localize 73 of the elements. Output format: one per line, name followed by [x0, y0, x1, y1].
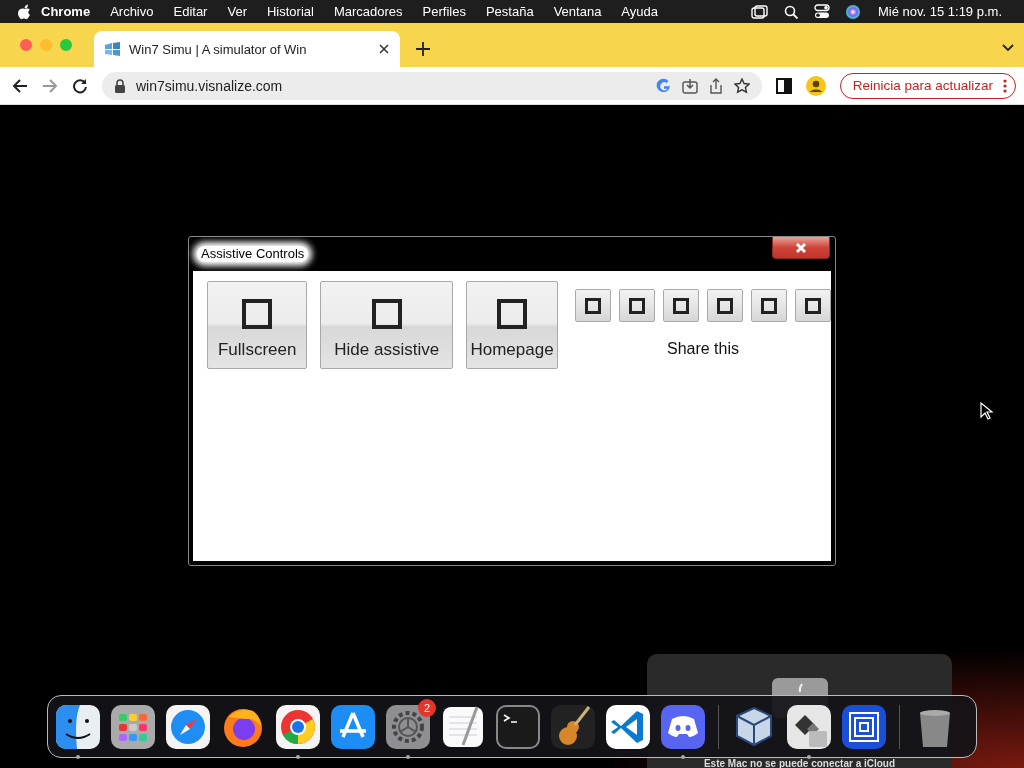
game-controller-icon[interactable]	[661, 704, 705, 749]
concentric-squares-icon[interactable]	[842, 704, 886, 749]
menu-item[interactable]: Perfiles	[412, 4, 476, 19]
back-icon	[12, 77, 28, 94]
side-panel-icon	[775, 77, 792, 94]
share-button[interactable]	[619, 289, 655, 322]
share-button[interactable]	[575, 289, 611, 322]
google-icon	[655, 77, 672, 94]
chevron-down-icon	[1002, 44, 1014, 52]
menu-item[interactable]: Ventana	[543, 4, 612, 19]
square-icon	[717, 297, 733, 314]
apple-icon	[18, 3, 31, 20]
control-button[interactable]: Fullscreen	[207, 281, 308, 369]
gear-icon[interactable]	[386, 704, 430, 749]
close-button[interactable]	[772, 237, 830, 259]
windows-logo-icon	[104, 41, 121, 57]
compass-icon[interactable]	[166, 704, 210, 749]
square-icon	[805, 297, 821, 314]
chrome-icon[interactable]	[276, 704, 320, 749]
square-icon	[241, 298, 274, 330]
share-label: Share this	[666, 340, 739, 358]
share-button[interactable]	[795, 289, 831, 322]
close-window-icon	[20, 39, 32, 51]
dialog-title: Assistive Controls	[197, 246, 309, 262]
star-icon	[733, 77, 750, 94]
update-button[interactable]: Reinicia para actualizar	[839, 72, 1016, 99]
app-menu[interactable]: Chrome	[31, 4, 101, 19]
maximize-window-icon	[60, 39, 72, 51]
cursor-icon	[980, 402, 994, 421]
app-store-icon[interactable]	[331, 704, 375, 749]
clock: Mié nov. 15 1:19 p.m.	[876, 4, 1003, 19]
terminal-icon[interactable]	[496, 704, 540, 749]
close-tab-icon	[378, 43, 390, 55]
smiling-face-app-icon[interactable]	[56, 704, 100, 749]
menu-item[interactable]: Archivo	[100, 4, 164, 19]
menu-item[interactable]: Ver	[217, 4, 257, 19]
square-icon	[673, 297, 689, 314]
minimize-window-icon	[40, 39, 52, 51]
menu-item[interactable]: Editar	[163, 4, 218, 19]
square-icon	[370, 298, 403, 330]
notepad-icon[interactable]	[441, 704, 485, 749]
reload-icon	[72, 77, 88, 94]
square-icon	[629, 297, 645, 314]
windows-icon	[750, 4, 768, 19]
toggles-icon	[813, 4, 830, 19]
new-tab-icon	[416, 42, 430, 56]
forward-icon	[42, 77, 58, 94]
profile-icon	[805, 75, 826, 96]
share-button[interactable]	[751, 289, 787, 322]
menu-item[interactable]: Marcadores	[323, 4, 413, 19]
more-icon	[1003, 78, 1007, 93]
square-icon	[761, 297, 777, 314]
control-button[interactable]: Hide assistive	[320, 281, 453, 369]
app-grid-icon[interactable]	[111, 704, 155, 749]
browser-tab[interactable]: Win7 Simu | A simulator of Win	[94, 31, 400, 67]
menu-item[interactable]: Pestaña	[475, 4, 544, 19]
code-editor-icon[interactable]	[606, 704, 650, 749]
control-button[interactable]: Homepage	[466, 281, 558, 369]
notification-badge: 2	[418, 698, 436, 717]
search-icon	[783, 4, 798, 19]
guitar-icon[interactable]	[551, 704, 595, 749]
siri-icon	[845, 4, 860, 19]
address-bar[interactable]: win7simu.visnalize.com	[102, 71, 762, 100]
menu-item[interactable]: Historial	[256, 4, 324, 19]
square-icon	[585, 297, 601, 314]
close-icon	[795, 241, 807, 254]
share-icon	[707, 77, 724, 94]
menu-item[interactable]: Ayuda	[611, 4, 668, 19]
share-button[interactable]	[663, 289, 699, 322]
square-icon	[496, 298, 528, 330]
install-icon	[681, 77, 698, 94]
share-button[interactable]	[707, 289, 743, 322]
lock-icon	[114, 78, 126, 93]
